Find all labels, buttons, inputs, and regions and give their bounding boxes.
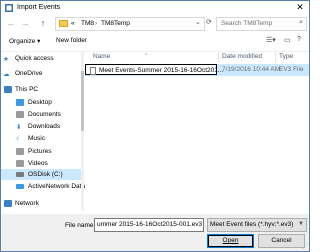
help-icon[interactable]: ? bbox=[297, 36, 301, 43]
file-type-select[interactable]: Meet Event files (*.hyv;*.ev3) ▼ bbox=[207, 218, 307, 232]
computer-icon bbox=[4, 86, 12, 93]
nav-item-label: OSDisk (C:) bbox=[28, 171, 63, 178]
file-name-label: File name: bbox=[65, 222, 96, 229]
file-name-value: ummer 2015-16-16Oct2015-001.ev3 bbox=[97, 221, 203, 228]
documents-icon bbox=[16, 111, 24, 118]
nav-item-network[interactable]: Network bbox=[1, 198, 84, 209]
folder-icon bbox=[59, 20, 68, 27]
breadcrumb-tm8[interactable]: TM8 bbox=[81, 20, 94, 27]
nav-item-label: Network bbox=[15, 200, 39, 207]
nav-item-this-pc[interactable]: This PC bbox=[1, 84, 84, 95]
nav-item-label: Videos bbox=[28, 160, 48, 167]
preview-pane-icon[interactable]: ▭ bbox=[284, 36, 291, 44]
search-icon[interactable]: ⌕ bbox=[299, 19, 303, 27]
column-divider[interactable] bbox=[275, 52, 276, 62]
nav-item-music[interactable]: ♪ Music bbox=[1, 133, 84, 144]
window-title: Import Events bbox=[17, 4, 61, 11]
navigation-scrollbar[interactable] bbox=[81, 51, 84, 211]
search-placeholder: Search TM8Temp bbox=[221, 20, 273, 27]
music-icon: ♪ bbox=[16, 135, 20, 142]
resize-grip-icon[interactable]: ⋰ bbox=[302, 243, 308, 250]
nav-item-videos[interactable]: Videos bbox=[1, 158, 84, 169]
address-bar[interactable]: « TM8 › TM8Temp bbox=[55, 17, 205, 31]
app-icon bbox=[5, 4, 13, 12]
file-name: Meet Events-Summer 2015-16-16Oct201... bbox=[99, 67, 224, 74]
nav-item-label: ActiveNetwork Data bbox=[28, 183, 86, 190]
search-input[interactable]: Search TM8Temp ⌕ bbox=[216, 17, 307, 31]
nav-item-downloads[interactable]: ⬇ Downloads bbox=[1, 121, 84, 132]
file-type-value: Meet Event files (*.hyv;*.ev3) bbox=[210, 221, 294, 228]
scrollbar-thumb[interactable] bbox=[81, 71, 84, 131]
drive-icon bbox=[16, 172, 24, 177]
open-button-label: Open bbox=[222, 237, 239, 244]
network-icon bbox=[4, 200, 12, 207]
nav-item-onedrive[interactable]: ☁ OneDrive bbox=[1, 68, 84, 79]
breadcrumb-tm8temp[interactable]: TM8Temp bbox=[101, 20, 130, 27]
sort-arrow-icon: ^ bbox=[145, 53, 148, 59]
open-button[interactable]: Open bbox=[207, 234, 254, 248]
nav-item-label: This PC bbox=[15, 86, 39, 93]
videos-icon bbox=[16, 160, 24, 167]
chevron-down-icon[interactable]: ▼ bbox=[298, 221, 304, 227]
breadcrumb-separator-icon[interactable]: › bbox=[95, 20, 97, 27]
nav-item-label: Quick access bbox=[15, 55, 54, 62]
column-header-name[interactable]: Name bbox=[93, 53, 110, 60]
nav-item-label: Music bbox=[28, 135, 45, 142]
command-bar: Organize ▾ New folder ☰▾ ▭ ? bbox=[1, 33, 309, 52]
nav-item-activenetwork-data[interactable]: ActiveNetwork Data bbox=[1, 181, 86, 192]
address-dropdown-icon[interactable]: ⌄ bbox=[195, 18, 201, 26]
nav-item-label: Desktop bbox=[28, 99, 52, 106]
nav-item-quick-access[interactable]: ★ Quick access bbox=[1, 53, 84, 64]
nav-item-documents[interactable]: Documents bbox=[1, 109, 84, 120]
nav-item-label: Pictures bbox=[28, 148, 52, 155]
network-drive-icon bbox=[16, 184, 24, 189]
column-divider[interactable] bbox=[218, 52, 219, 62]
downloads-icon: ⬇ bbox=[16, 124, 22, 131]
new-folder-button[interactable]: New folder bbox=[56, 37, 87, 44]
back-arrow-icon[interactable]: ← bbox=[5, 17, 17, 29]
desktop-icon bbox=[16, 99, 24, 106]
forward-arrow-icon[interactable]: → bbox=[19, 17, 31, 29]
nav-item-label: Documents bbox=[28, 111, 61, 118]
title-bar: Import Events ✕ bbox=[1, 1, 309, 15]
file-selection-footer: File name: ummer 2015-16-16Oct2015-001.e… bbox=[1, 214, 309, 251]
navigation-pane: ★ Quick access ☁ OneDrive This PC Deskto… bbox=[1, 51, 86, 211]
column-header-date[interactable]: Date modified bbox=[222, 53, 262, 60]
view-options-icon[interactable]: ☰▾ bbox=[266, 36, 276, 44]
file-icon bbox=[90, 67, 96, 75]
nav-item-pictures[interactable]: Pictures bbox=[1, 146, 84, 157]
nav-item-label: Downloads bbox=[28, 123, 61, 130]
refresh-icon[interactable]: ⟳ bbox=[206, 18, 212, 26]
organize-button[interactable]: Organize ▾ bbox=[9, 37, 40, 45]
star-icon: ★ bbox=[3, 56, 9, 63]
close-button[interactable]: ✕ bbox=[293, 2, 307, 13]
nav-item-desktop[interactable]: Desktop bbox=[1, 97, 84, 108]
column-header-type[interactable]: Type bbox=[279, 53, 293, 60]
up-arrow-icon[interactable]: ↑ bbox=[37, 17, 49, 29]
file-row[interactable]: Meet Events-Summer 2015-16-16Oct201... 7… bbox=[85, 64, 309, 76]
breadcrumb-overflow[interactable]: « bbox=[71, 20, 75, 27]
nav-item-osdisk[interactable]: OSDisk (C:) bbox=[1, 169, 84, 180]
file-date: 7/19/2016 10:44 AM bbox=[222, 66, 281, 73]
cancel-button[interactable]: Cancel bbox=[258, 234, 305, 248]
file-list: Name ^ Date modified Type Meet Events-Su… bbox=[85, 51, 309, 211]
cloud-icon: ☁ bbox=[3, 71, 10, 78]
file-name-input[interactable]: ummer 2015-16-16Oct2015-001.ev3 bbox=[94, 218, 204, 232]
import-events-dialog: Import Events ✕ ← → ↑ « TM8 › TM8Temp ⌄ … bbox=[0, 0, 310, 252]
file-name-cell[interactable]: Meet Events-Summer 2015-16-16Oct201... bbox=[85, 64, 223, 75]
file-type: EV3 File bbox=[279, 66, 304, 73]
nav-item-label: OneDrive bbox=[15, 70, 43, 77]
pictures-icon bbox=[16, 148, 24, 155]
address-bar-row: ← → ↑ « TM8 › TM8Temp ⌄ ⟳ Search TM8Temp… bbox=[1, 15, 309, 33]
